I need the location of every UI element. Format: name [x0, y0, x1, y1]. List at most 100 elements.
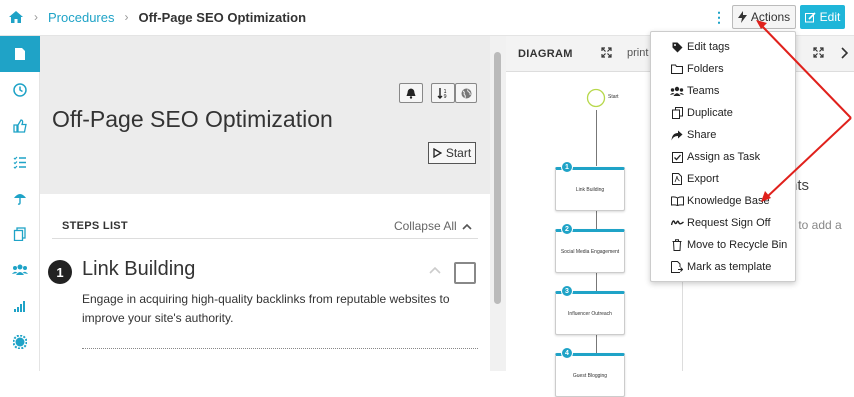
edit-icon — [804, 11, 816, 22]
connector-line — [596, 110, 597, 166]
procedure-title: Off-Page SEO Optimization — [52, 106, 333, 132]
expand-icon[interactable] — [813, 47, 824, 58]
procedure-header: 19 Off-Page SEO Optimization Start — [40, 36, 490, 194]
diagram-node[interactable]: Social Media Engagement — [555, 229, 625, 273]
menu-item-share[interactable]: Share — [651, 124, 797, 146]
duplicate-icon — [671, 107, 683, 119]
folder-icon — [671, 64, 683, 74]
scrollbar-thumb[interactable] — [494, 52, 501, 304]
menu-item-label: Teams — [687, 85, 720, 97]
trash-icon — [672, 239, 682, 251]
menu-item-mark-as-template[interactable]: Mark as template — [651, 256, 797, 278]
sidebar-item-checklist[interactable] — [0, 144, 40, 180]
start-button-label: Start — [445, 146, 472, 160]
sidebar-item-document[interactable] — [0, 36, 40, 72]
bell-icon — [406, 88, 416, 99]
collapse-all-button[interactable]: Collapse All — [394, 219, 472, 233]
actions-button-label: Actions — [750, 10, 791, 24]
menu-item-label: Share — [687, 129, 717, 141]
menu-item-request-sign-off[interactable]: Request Sign Off — [651, 212, 797, 234]
sort-button[interactable]: 19 — [431, 83, 455, 103]
print-link[interactable]: print — [627, 47, 648, 59]
menu-item-label: Mark as template — [687, 261, 772, 273]
users-icon — [12, 264, 28, 275]
notifications-button[interactable] — [399, 83, 423, 103]
menu-item-assign-as-task[interactable]: Assign as Task — [651, 146, 797, 168]
sidebar-item-settings[interactable] — [0, 324, 40, 360]
tag-icon — [672, 42, 682, 52]
start-button[interactable]: Start — [428, 142, 476, 164]
step-number-badge: 1 — [48, 260, 72, 284]
sidebar-item-stats[interactable] — [0, 288, 40, 324]
edit-button[interactable]: Edit — [800, 5, 845, 29]
chevron-up-icon — [462, 223, 472, 230]
connector-line — [596, 272, 597, 292]
diagram-node-badge: 1 — [561, 161, 573, 173]
copy-icon — [13, 227, 26, 241]
globe-icon — [461, 88, 471, 98]
menu-item-label: Folders — [687, 63, 724, 75]
step-title[interactable]: Link Building — [82, 258, 195, 281]
home-icon[interactable] — [8, 9, 24, 25]
diagram-title: DIAGRAM — [518, 48, 573, 60]
language-button[interactable] — [455, 83, 477, 103]
divider — [82, 348, 478, 349]
sidebar-item-history[interactable] — [0, 72, 40, 108]
menu-item-duplicate[interactable]: Duplicate — [651, 102, 797, 124]
start-node — [586, 88, 606, 108]
signal-bars-icon — [14, 301, 25, 312]
actions-button[interactable]: Actions — [732, 5, 796, 29]
check-square-icon — [671, 151, 683, 163]
menu-item-export[interactable]: Export — [651, 168, 797, 190]
book-icon — [670, 196, 684, 206]
checklist-icon — [13, 156, 26, 169]
menu-item-teams[interactable]: Teams — [651, 80, 797, 102]
breadcrumb: › Procedures › Off-Page SEO Optimization — [8, 9, 306, 25]
users-icon — [670, 86, 684, 96]
expand-icon[interactable] — [601, 47, 612, 58]
menu-item-knowledge-base[interactable]: Knowledge Base — [651, 190, 797, 212]
svg-text:9: 9 — [444, 94, 447, 99]
edit-button-label: Edit — [819, 10, 841, 24]
chevron-right-icon[interactable] — [840, 47, 848, 59]
diagram-node-badge: 2 — [561, 223, 573, 235]
sort-icon: 19 — [437, 88, 447, 99]
diagram-node[interactable]: Influencer Outreach — [555, 291, 625, 335]
sidebar-item-teams[interactable] — [0, 252, 40, 288]
collapse-all-label: Collapse All — [393, 219, 457, 233]
menu-item-label: Request Sign Off — [687, 217, 771, 229]
clock-icon — [13, 83, 27, 97]
procedure-panel: 19 Off-Page SEO Optimization Start STEPS… — [40, 36, 490, 371]
sidebar — [0, 36, 40, 371]
chevron-up-icon[interactable] — [429, 266, 441, 274]
step-complete-checkbox[interactable] — [454, 262, 476, 284]
sidebar-item-copies[interactable] — [0, 216, 40, 252]
bolt-icon — [737, 11, 747, 23]
share-icon — [671, 130, 683, 140]
connector-line — [596, 210, 597, 230]
breadcrumb-procedures-link[interactable]: Procedures — [48, 10, 114, 25]
gear-icon — [13, 335, 27, 349]
diagram-node[interactable]: Guest Blogging — [555, 353, 625, 397]
breadcrumb-current: Off-Page SEO Optimization — [138, 9, 307, 25]
signature-icon — [670, 220, 684, 226]
actions-menu: Edit tags Folders Teams Duplicate Share … — [650, 31, 796, 282]
document-icon — [15, 48, 25, 60]
chevron-right-icon: › — [34, 10, 38, 24]
diagram-node[interactable]: Link Building — [555, 167, 625, 211]
menu-item-folders[interactable]: Folders — [651, 58, 797, 80]
chevron-right-icon: › — [124, 10, 129, 24]
connector-line — [596, 334, 597, 354]
more-options-icon[interactable]: ⋮ — [712, 9, 726, 25]
menu-item-label: Knowledge Base — [687, 195, 770, 207]
play-icon — [433, 148, 442, 158]
menu-item-label: Assign as Task — [687, 151, 761, 163]
template-icon — [671, 261, 683, 273]
steps-list-title: STEPS LIST — [62, 220, 128, 232]
sidebar-item-risk[interactable] — [0, 180, 40, 216]
menu-item-move-to-recycle-bin[interactable]: Move to Recycle Bin — [651, 234, 797, 256]
sidebar-item-approvals[interactable] — [0, 108, 40, 144]
menu-item-edit-tags[interactable]: Edit tags — [651, 36, 797, 58]
pdf-file-icon — [672, 173, 682, 185]
start-node-label: Start — [608, 94, 619, 100]
